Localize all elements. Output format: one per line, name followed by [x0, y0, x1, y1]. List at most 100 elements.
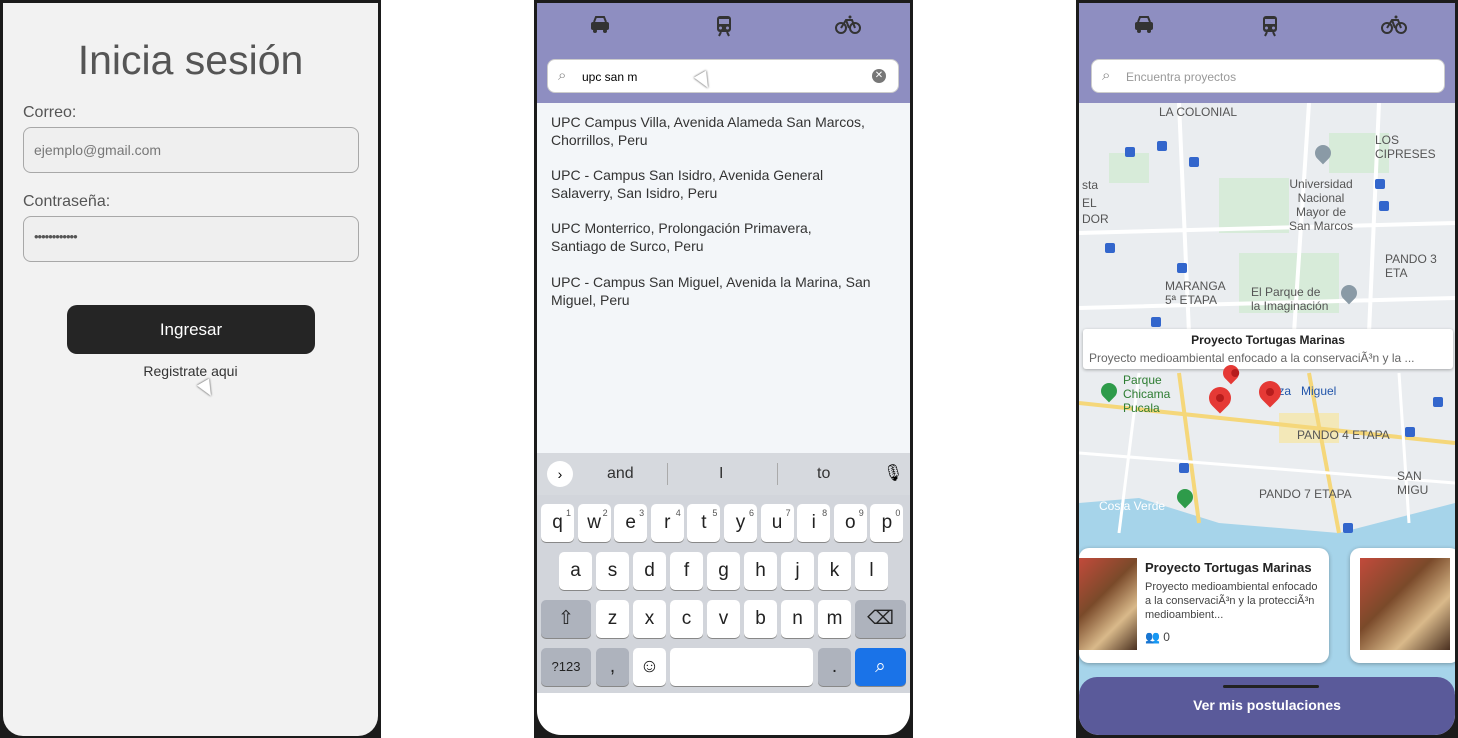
popup-title: Proyecto Tortugas Marinas	[1191, 333, 1345, 347]
key-s[interactable]: s	[596, 552, 629, 590]
key-z[interactable]: z	[596, 600, 629, 638]
search-input[interactable]: ⌕ Encuentra proyectos	[1091, 59, 1445, 93]
key-a[interactable]: a	[559, 552, 592, 590]
map-label: PANDO 3 ETA	[1385, 252, 1437, 280]
members-count: 👥 0	[1145, 630, 1170, 644]
key-f[interactable]: f	[670, 552, 703, 590]
map-label: El Parque de la Imaginación	[1251, 285, 1329, 313]
login-button[interactable]: Ingresar	[67, 305, 315, 354]
password-label: Contraseña:	[23, 193, 111, 210]
drag-handle[interactable]	[1223, 685, 1319, 688]
search-screen: ⌕ upc san m ✕ UPC Campus Villa, Avenida …	[537, 3, 910, 735]
map-label: EL	[1082, 196, 1097, 210]
list-item[interactable]: UPC Campus Villa, Avenida Alameda San Ma…	[551, 113, 896, 149]
map-label: LOS CIPRESES	[1375, 133, 1436, 161]
search-placeholder: Encuentra proyectos	[1126, 70, 1237, 84]
bus-stop-icon	[1405, 427, 1415, 437]
key-l[interactable]: l	[855, 552, 888, 590]
project-thumbnail	[1079, 558, 1137, 650]
bus-stop-icon	[1157, 141, 1167, 151]
train-icon[interactable]	[711, 15, 737, 41]
project-thumbnail	[1360, 558, 1450, 650]
list-item[interactable]: UPC Monterrico, Prolongación Primavera, S…	[551, 219, 896, 255]
search-icon: ⌕	[558, 67, 567, 84]
bus-stop-icon	[1379, 201, 1389, 211]
space-key[interactable]	[670, 648, 813, 686]
map-label: LA COLONIAL	[1159, 105, 1238, 119]
key-h[interactable]: h	[744, 552, 777, 590]
key-q[interactable]: q1	[541, 504, 574, 542]
group-icon: 👥	[1145, 630, 1160, 644]
key-d[interactable]: d	[633, 552, 666, 590]
microphone-icon[interactable]: 🎙	[883, 463, 903, 483]
key-j[interactable]: j	[781, 552, 814, 590]
popup-description: Proyecto medioambiental enfocado a la co…	[1089, 351, 1415, 365]
list-item[interactable]: UPC - Campus San Isidro, Avenida General…	[551, 166, 896, 202]
car-icon[interactable]	[1131, 15, 1157, 41]
bus-stop-icon	[1177, 263, 1187, 273]
key-x[interactable]: x	[633, 600, 666, 638]
shift-key[interactable]: ⇧	[541, 600, 591, 638]
bus-stop-icon	[1343, 523, 1353, 533]
key-k[interactable]: k	[818, 552, 851, 590]
card-description: Proyecto medioambiental enfocado a la co…	[1145, 581, 1318, 621]
key-m[interactable]: m	[818, 600, 851, 638]
map-label: PANDO 4 ETAPA	[1297, 428, 1390, 442]
key-i[interactable]: i8	[797, 504, 831, 542]
key-c[interactable]: c	[670, 600, 703, 638]
bus-stop-icon	[1375, 179, 1385, 189]
clear-icon[interactable]: ✕	[872, 69, 886, 83]
transport-topbar: ⌕ upc san m ✕	[537, 3, 910, 103]
key-w[interactable]: w2	[577, 504, 611, 542]
suggestion-item[interactable]: I	[719, 465, 723, 483]
numbers-key[interactable]: ?123	[541, 648, 591, 686]
key-e[interactable]: e3	[614, 504, 648, 542]
email-label: Correo:	[23, 104, 77, 121]
map-label: PANDO 7 ETAPA	[1259, 487, 1352, 501]
email-field[interactable]: ejemplo@gmail.com	[23, 127, 359, 173]
backspace-key[interactable]: ⌫	[855, 600, 906, 638]
key-y[interactable]: y6	[724, 504, 757, 542]
emoji-icon[interactable]: ☺	[633, 648, 666, 686]
key-g[interactable]: g	[707, 552, 740, 590]
comma-key[interactable]: ,	[596, 648, 629, 686]
map-label: Miguel	[1301, 384, 1337, 398]
key-b[interactable]: b	[744, 600, 777, 638]
card-title: Proyecto Tortugas Marinas	[1145, 560, 1312, 575]
map-screen: ⌕ Encuentra proyectos LA COLONIAL LOS CI…	[1079, 3, 1455, 735]
list-item[interactable]: UPC - Campus San Miguel, Avenida la Mari…	[551, 273, 896, 309]
key-p[interactable]: p0	[870, 504, 904, 542]
divider	[777, 463, 778, 485]
bus-stop-icon	[1105, 243, 1115, 253]
suggestion-item[interactable]: and	[607, 465, 634, 483]
key-u[interactable]: u7	[760, 504, 794, 542]
project-card[interactable]	[1350, 548, 1455, 663]
bus-stop-icon	[1433, 397, 1443, 407]
password-field[interactable]: ••••••••••••	[23, 216, 359, 262]
period-key[interactable]: .	[818, 648, 851, 686]
bus-stop-icon	[1179, 463, 1189, 473]
key-r[interactable]: r4	[650, 504, 684, 542]
search-submit-button[interactable]: ⌕	[855, 648, 906, 686]
train-icon[interactable]	[1257, 15, 1283, 41]
map-label: DOR	[1082, 212, 1109, 226]
search-input[interactable]: ⌕ upc san m ✕	[547, 59, 899, 93]
bike-icon[interactable]	[835, 15, 861, 41]
expand-icon[interactable]: ›	[547, 461, 573, 487]
mouse-cursor-icon	[196, 378, 218, 400]
key-v[interactable]: v	[707, 600, 740, 638]
bus-stop-icon	[1189, 157, 1199, 167]
suggestion-item[interactable]: to	[817, 465, 830, 483]
bike-icon[interactable]	[1381, 15, 1407, 41]
key-o[interactable]: o9	[833, 504, 867, 542]
project-card[interactable]: Proyecto Tortugas Marinas Proyecto medio…	[1079, 548, 1329, 663]
register-link[interactable]: Registrate aqui	[3, 363, 378, 379]
car-icon[interactable]	[587, 15, 613, 41]
suggestion-bar: › and I to 🎙	[537, 453, 910, 495]
key-n[interactable]: n	[781, 600, 814, 638]
search-icon: ⌕	[1102, 67, 1111, 84]
key-t[interactable]: t5	[687, 504, 721, 542]
project-popup[interactable]: Proyecto Tortugas Marinas Proyecto medio…	[1083, 329, 1453, 369]
bus-stop-icon	[1151, 317, 1161, 327]
transport-topbar: ⌕ Encuentra proyectos	[1079, 3, 1455, 103]
